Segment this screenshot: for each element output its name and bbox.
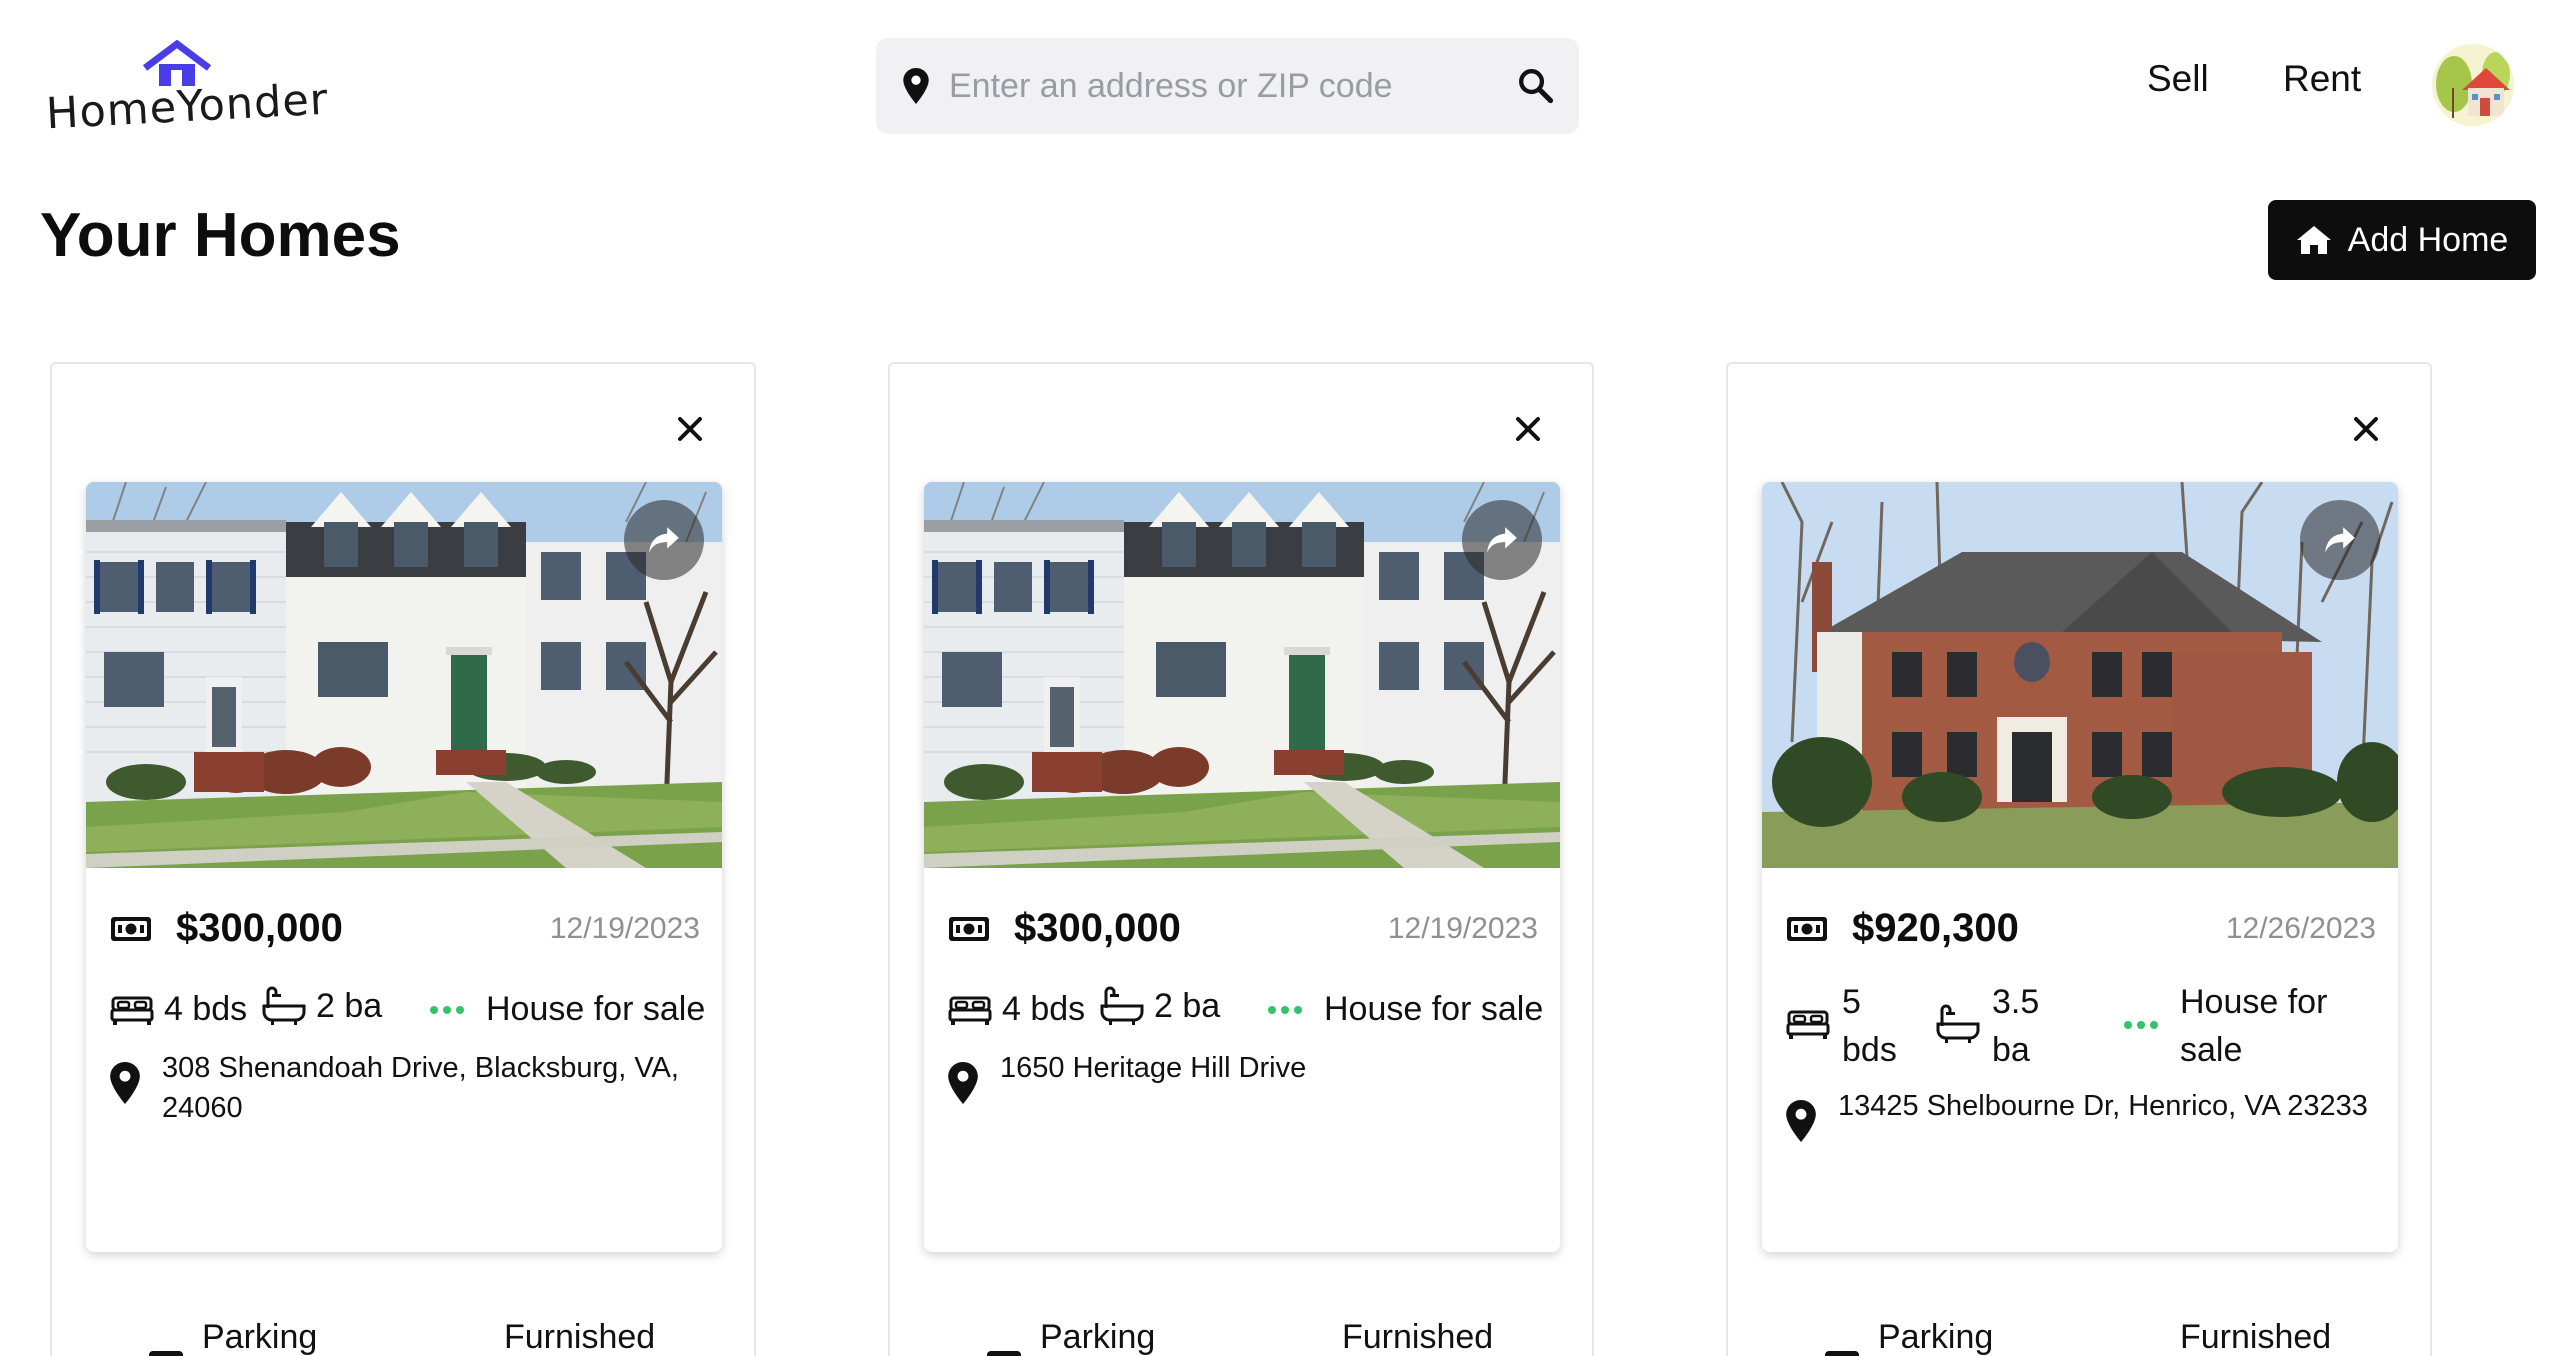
- listing-date: 12/26/2023: [2225, 912, 2376, 945]
- price: $920,300: [1852, 906, 2019, 950]
- close-icon: [675, 414, 705, 444]
- share-button[interactable]: [2300, 500, 2380, 580]
- parking-icon: [1824, 1350, 1860, 1356]
- beds-number: 5: [1842, 983, 1861, 1021]
- share-icon: [647, 525, 681, 555]
- baths: 3.5 ba: [1992, 978, 2039, 1074]
- house-logo-icon: [142, 40, 212, 86]
- address: 13425 Shelbourne Dr, Henrico, VA 23233: [1786, 1086, 2376, 1126]
- listing-date: 12/19/2023: [1387, 912, 1538, 945]
- map-pin-icon: [901, 68, 931, 104]
- home-card: $300,000 12/19/2023 4 bds 2 ba House for…: [888, 362, 1594, 1356]
- map-pin-icon: [1786, 1100, 1816, 1142]
- search-input[interactable]: [949, 38, 1489, 134]
- share-icon: [2323, 525, 2357, 555]
- beds-label: 4 bds: [1002, 990, 1086, 1028]
- price: $300,000: [176, 906, 343, 950]
- page-title: Your Homes: [40, 201, 401, 270]
- price-row: $300,000 12/19/2023: [948, 902, 1538, 962]
- nav-rent-link[interactable]: Rent: [2283, 58, 2361, 100]
- listing-card[interactable]: $300,000 12/19/2023 4 bds 2 ba House for…: [924, 482, 1560, 1252]
- money-icon: [948, 914, 990, 944]
- address-text: 308 Shenandoah Drive, Blacksburg, VA, 24…: [162, 1052, 679, 1124]
- bath-icon: [1936, 1004, 1980, 1044]
- share-button[interactable]: [1462, 500, 1542, 580]
- amenity-parking: Parking: [202, 1318, 318, 1356]
- logo[interactable]: HomeYonder: [45, 40, 330, 140]
- dots-icon: [430, 1005, 464, 1014]
- map-pin-icon: [948, 1062, 978, 1104]
- bed-icon: [948, 994, 992, 1026]
- share-button[interactable]: [624, 500, 704, 580]
- avatar-house-icon: [2432, 44, 2514, 126]
- price-row: $300,000 12/19/2023: [110, 902, 700, 962]
- status-line1: House for: [2180, 983, 2328, 1021]
- add-home-button[interactable]: Add Home: [2268, 200, 2536, 280]
- avatar[interactable]: [2432, 44, 2514, 126]
- logo-text: HomeYonder: [44, 74, 330, 140]
- search-bar: [876, 38, 1579, 134]
- parking-icon: [148, 1350, 184, 1356]
- beds: 4 bds: [948, 990, 1085, 1029]
- search-button[interactable]: [1513, 64, 1557, 108]
- close-button[interactable]: [1508, 410, 1548, 450]
- home-icon: [2296, 226, 2331, 254]
- share-icon: [1485, 525, 1519, 555]
- beds-unit: bds: [1842, 1031, 1897, 1069]
- address: 308 Shenandoah Drive, Blacksburg, VA, 24…: [110, 1048, 700, 1128]
- status: House for sale: [1268, 990, 1543, 1029]
- price-row: $920,300 12/26/2023: [1786, 902, 2376, 962]
- search-icon: [1519, 68, 1554, 103]
- parking-icon: [986, 1350, 1022, 1356]
- baths: 2 ba: [1100, 986, 1220, 1026]
- beds-label: 4 bds: [164, 990, 248, 1028]
- baths-label: 2 ba: [1154, 986, 1221, 1025]
- close-button[interactable]: [2346, 410, 2386, 450]
- bed-icon: [1786, 1008, 1830, 1040]
- address-text: 13425 Shelbourne Dr, Henrico, VA 23233: [1838, 1090, 2368, 1122]
- address: 1650 Heritage Hill Drive: [948, 1048, 1538, 1088]
- listing-card[interactable]: $300,000 12/19/2023 4 bds 2 ba House for…: [86, 482, 722, 1252]
- amenity-furnished: Furnished: [2180, 1318, 2332, 1356]
- amenity-furnished: Furnished: [1342, 1318, 1494, 1356]
- home-card: $920,300 12/26/2023 5 bds 3.5 ba House f…: [1726, 362, 2432, 1356]
- status-label: House for sale: [1324, 990, 1544, 1028]
- amenity-parking: Parking: [1878, 1318, 1994, 1356]
- bed-icon: [110, 994, 154, 1026]
- status-label: House for sale: [486, 990, 706, 1028]
- beds: 5 bds: [1842, 978, 1897, 1074]
- amenity-parking: Parking: [1040, 1318, 1156, 1356]
- listing-date: 12/19/2023: [549, 912, 700, 945]
- add-home-label: Add Home: [2347, 220, 2509, 259]
- baths-number: 3.5: [1992, 983, 2040, 1021]
- close-icon: [2351, 414, 2381, 444]
- status-line2: sale: [2180, 1031, 2243, 1069]
- listing-card[interactable]: $920,300 12/26/2023 5 bds 3.5 ba House f…: [1762, 482, 2398, 1252]
- status: House for sale: [430, 990, 705, 1029]
- bath-icon: [262, 986, 306, 1026]
- close-button[interactable]: [670, 410, 710, 450]
- close-icon: [1513, 414, 1543, 444]
- home-card: $300,000 12/19/2023 4 bds 2 ba House for…: [50, 362, 756, 1356]
- baths: 2 ba: [262, 986, 382, 1026]
- map-pin-icon: [110, 1062, 140, 1104]
- nav-sell-link[interactable]: Sell: [2147, 58, 2209, 100]
- address-text: 1650 Heritage Hill Drive: [1000, 1052, 1307, 1084]
- header: HomeYonder Sell Rent: [0, 0, 2560, 175]
- status: House for sale: [2180, 978, 2327, 1074]
- baths-label: 2 ba: [316, 986, 383, 1025]
- price: $300,000: [1014, 906, 1181, 950]
- baths-unit: ba: [1992, 1031, 2030, 1069]
- beds: 4 bds: [110, 990, 247, 1029]
- dots-icon: [2124, 1021, 2158, 1029]
- dots-icon: [1268, 1005, 1302, 1014]
- amenity-furnished: Furnished: [504, 1318, 656, 1356]
- facts-row: 5 bds 3.5 ba House for sale: [1786, 978, 2386, 1078]
- money-icon: [110, 914, 152, 944]
- money-icon: [1786, 914, 1828, 944]
- bath-icon: [1100, 986, 1144, 1026]
